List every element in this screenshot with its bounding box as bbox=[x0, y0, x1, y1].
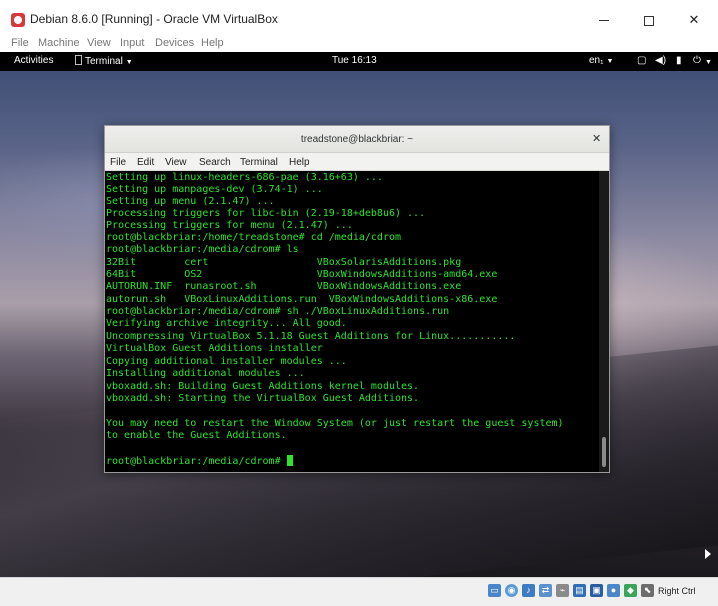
menu-file[interactable]: File bbox=[11, 37, 29, 49]
chevron-down-icon: ▼ bbox=[606, 58, 614, 65]
terminal-menu-view[interactable]: View bbox=[165, 157, 187, 168]
close-icon: ✕ bbox=[688, 12, 700, 27]
scrollbar-thumb[interactable] bbox=[602, 437, 606, 467]
terminal-line: AUTORUN.INF runasroot.sh VBoxWindowsAddi… bbox=[106, 281, 462, 292]
terminal-line: root@blackbriar:/media/cdrom# ls bbox=[106, 244, 299, 255]
window-title: Debian 8.6.0 [Running] - Oracle VM Virtu… bbox=[30, 12, 278, 26]
terminal-line: Setting up manpages-dev (3.74-1) ... bbox=[106, 184, 323, 195]
terminal-line: 64Bit OS2 VBoxWindowsAdditions-amd64.exe bbox=[106, 269, 498, 280]
minimize-icon bbox=[599, 20, 609, 22]
terminal-line: Verifying archive integrity... All good. bbox=[106, 318, 347, 329]
terminal-menu-file[interactable]: File bbox=[110, 157, 126, 168]
volume-icon[interactable]: ◀) bbox=[655, 56, 666, 66]
terminal-menu-search[interactable]: Search bbox=[199, 157, 231, 168]
shared-folders-icon[interactable]: ▤ bbox=[573, 584, 586, 597]
gnome-top-bar: Activities Terminal ▼ Tue 16:13 en₁ ▼ ▢ ◀)… bbox=[0, 52, 718, 71]
screen-icon[interactable]: ▢ bbox=[637, 56, 646, 66]
keyboard-layout-indicator[interactable]: en₁ ▼ bbox=[589, 55, 613, 66]
maximize-icon bbox=[644, 15, 654, 26]
terminal-close-icon[interactable]: ✕ bbox=[592, 132, 601, 145]
terminal-line: Installing additional modules ... bbox=[106, 368, 305, 379]
menu-input[interactable]: Input bbox=[120, 37, 144, 49]
terminal-output[interactable]: Setting up linux-headers-686-pae (3.16+6… bbox=[105, 171, 599, 472]
terminal-prompt-line[interactable]: root@blackbriar:/media/cdrom# bbox=[106, 455, 293, 468]
terminal-line: Processing triggers for libc-bin (2.19-1… bbox=[106, 208, 426, 219]
terminal-line: Processing triggers for menu (2.1.47) ..… bbox=[106, 220, 353, 231]
hard-disk-icon[interactable]: ▭ bbox=[488, 584, 501, 597]
terminal-title: treadstone@blackbriar: ~ bbox=[300, 134, 414, 145]
terminal-scrollbar[interactable] bbox=[599, 171, 609, 472]
app-menu-button[interactable]: Terminal ▼ bbox=[75, 55, 133, 67]
terminal-line: autorun.sh VBoxLinuxAdditions.run VBoxWi… bbox=[106, 294, 498, 305]
app-menu-label: Terminal bbox=[85, 56, 123, 67]
host-key-label: Right Ctrl bbox=[658, 586, 696, 596]
close-button[interactable]: ✕ bbox=[671, 6, 717, 34]
display-icon[interactable]: ▣ bbox=[590, 584, 603, 597]
battery-icon[interactable]: ▮ bbox=[676, 56, 682, 66]
chevron-down-icon: ▼ bbox=[125, 59, 133, 66]
terminal-prompt: root@blackbriar:/media/cdrom# bbox=[106, 456, 287, 467]
optical-drive-icon[interactable]: ◉ bbox=[505, 584, 518, 597]
menu-machine[interactable]: Machine bbox=[38, 37, 80, 49]
terminal-menu-bar: File Edit View Search Terminal Help bbox=[105, 153, 609, 171]
minimize-button[interactable] bbox=[581, 6, 627, 34]
menu-help[interactable]: Help bbox=[201, 37, 224, 49]
virtualbox-status-bar: ▭ ◉ ♪ ⇄ ⌁ ▤ ▣ ● ◆ ⬉ Right Ctrl bbox=[0, 577, 718, 606]
mouse-integration-icon[interactable]: ⬉ bbox=[641, 584, 654, 597]
guest-additions-icon[interactable]: ◆ bbox=[624, 584, 637, 597]
menu-devices[interactable]: Devices bbox=[155, 37, 194, 49]
terminal-menu-help[interactable]: Help bbox=[289, 157, 310, 168]
usb-icon[interactable]: ⌁ bbox=[556, 584, 569, 597]
text-cursor bbox=[286, 455, 293, 466]
terminal-line: 32Bit cert VBoxSolarisAdditions.pkg bbox=[106, 257, 462, 268]
mouse-pointer-icon bbox=[705, 549, 711, 559]
terminal-line: Setting up menu (2.1.47) ... bbox=[106, 196, 275, 207]
menu-view[interactable]: View bbox=[87, 37, 111, 49]
virtualbox-title-bar: Debian 8.6.0 [Running] - Oracle VM Virtu… bbox=[0, 0, 718, 36]
clock[interactable]: Tue 16:13 bbox=[332, 55, 377, 66]
terminal-line: to enable the Guest Additions. bbox=[106, 430, 287, 441]
terminal-line: root@blackbriar:/home/treadstone# cd /me… bbox=[106, 232, 402, 243]
terminal-line: root@blackbriar:/media/cdrom# sh ./VBoxL… bbox=[106, 306, 450, 317]
maximize-button[interactable] bbox=[626, 6, 672, 34]
terminal-line: Copying additional installer modules ... bbox=[106, 356, 347, 367]
power-icon[interactable]: ⏻ bbox=[693, 56, 701, 66]
terminal-line: VirtualBox Guest Additions installer bbox=[106, 343, 323, 354]
network-icon[interactable]: ⇄ bbox=[539, 584, 552, 597]
terminal-line: Setting up linux-headers-686-pae (3.16+6… bbox=[106, 172, 383, 183]
virtualbox-logo-icon bbox=[11, 13, 25, 27]
virtualbox-menu-bar: File Machine View Input Devices Help bbox=[0, 36, 718, 52]
chevron-down-icon[interactable]: ▼ bbox=[705, 58, 712, 68]
video-capture-icon[interactable]: ● bbox=[607, 584, 620, 597]
terminal-menu-edit[interactable]: Edit bbox=[137, 157, 154, 168]
keyboard-layout-label: en₁ bbox=[589, 55, 604, 66]
terminal-line: Uncompressing VirtualBox 5.1.18 Guest Ad… bbox=[106, 331, 516, 342]
terminal-window[interactable]: treadstone@blackbriar: ~ ✕ File Edit Vie… bbox=[104, 125, 610, 473]
terminal-title-bar[interactable]: treadstone@blackbriar: ~ ✕ bbox=[105, 126, 609, 153]
terminal-line: vboxadd.sh: Building Guest Additions ker… bbox=[106, 381, 420, 392]
audio-icon[interactable]: ♪ bbox=[522, 584, 535, 597]
terminal-line: vboxadd.sh: Starting the VirtualBox Gues… bbox=[106, 393, 420, 404]
activities-button[interactable]: Activities bbox=[14, 55, 53, 66]
terminal-menu-terminal[interactable]: Terminal bbox=[240, 157, 278, 168]
terminal-app-icon bbox=[75, 55, 82, 65]
terminal-line: You may need to restart the Window Syste… bbox=[106, 418, 564, 429]
guest-display[interactable]: Activities Terminal ▼ Tue 16:13 en₁ ▼ ▢ ◀)… bbox=[0, 52, 718, 577]
